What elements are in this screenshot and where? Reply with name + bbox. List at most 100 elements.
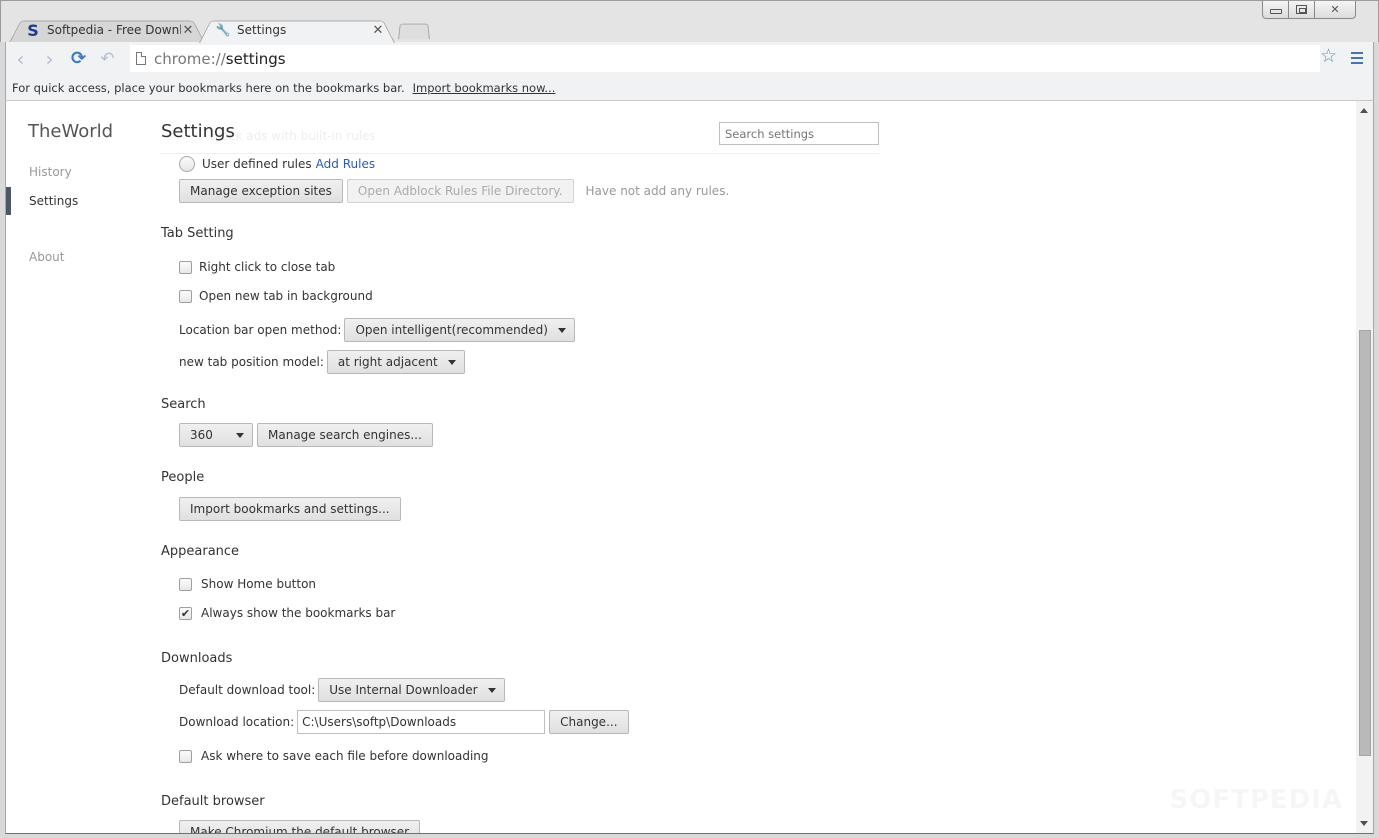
vertical-scrollbar[interactable] <box>1356 101 1373 833</box>
close-window-button[interactable]: ✕ <box>1315 1 1355 18</box>
download-location-label: Download location: <box>179 715 295 729</box>
new-tab-position-value: at right adjacent <box>337 355 438 369</box>
page-icon <box>136 52 146 65</box>
user-defined-rules-row: User defined rules Add Rules <box>179 156 375 172</box>
address-bar[interactable]: chrome://settings <box>130 45 1320 72</box>
bookmark-star-icon[interactable]: ☆ <box>1320 45 1337 67</box>
tab-setting-title: Tab Setting <box>161 226 234 241</box>
location-bar-method-value: Open intelligent(recommended) <box>355 323 548 337</box>
location-bar-method-label: Location bar open method: <box>179 323 342 337</box>
window-controls: ✕ <box>1262 1 1356 19</box>
download-location-input[interactable]: C:\Users\softp\Downloads <box>297 710 546 734</box>
search-engine-select[interactable]: 360 <box>179 423 253 447</box>
default-browser-row: Make Chromium the default browser <box>179 820 421 833</box>
ask-where-checkbox[interactable] <box>179 749 192 763</box>
back-button[interactable]: ‹ <box>6 45 35 73</box>
softpedia-watermark: SOFTPEDIA <box>1169 785 1343 815</box>
sidebar-item-settings[interactable]: Settings <box>29 194 78 208</box>
new-tab-position-row: new tab position model: at right adjacen… <box>179 350 465 374</box>
ask-where-label: Ask where to save each file before downl… <box>201 749 489 763</box>
reload-icon: ⟳ <box>70 48 87 69</box>
change-location-button[interactable]: Change... <box>549 710 629 734</box>
open-rules-directory-button[interactable]: Open Adblock Rules File Directory. <box>346 179 574 203</box>
user-defined-rules-radio[interactable] <box>179 156 195 172</box>
menu-icon[interactable] <box>1351 52 1363 64</box>
maximize-button[interactable] <box>1289 1 1315 18</box>
bookmarks-bar-message: For quick access, place your bookmarks h… <box>12 80 405 95</box>
sidebar: TheWorld History Settings About <box>6 101 156 833</box>
show-bookmarks-bar-label: Always show the bookmarks bar <box>201 606 396 620</box>
ask-where-row: Ask where to save each file before downl… <box>179 749 489 763</box>
brand-title: TheWorld <box>28 121 114 142</box>
search-settings-input[interactable] <box>719 122 879 145</box>
toolbar: ‹ › ⟳ ↶ chrome://settings ☆ <box>5 42 1374 75</box>
show-bookmarks-bar-checkbox[interactable]: ✔ <box>179 606 192 620</box>
title-bar: ✕ S Softpedia - Free Download ✕ 🔧 Settin… <box>0 0 1379 42</box>
show-home-row: Show Home button <box>179 577 316 591</box>
back-icon: ‹ <box>16 46 25 71</box>
restore-icon <box>1296 5 1307 14</box>
active-indicator <box>6 187 11 215</box>
appearance-section-title: Appearance <box>161 544 240 559</box>
new-tab-button[interactable] <box>399 23 429 39</box>
people-row: Import bookmarks and settings... <box>179 497 401 521</box>
wrench-icon: 🔧 <box>215 23 231 37</box>
tab-settings[interactable]: 🔧 Settings ✕ <box>199 17 395 43</box>
scrolled-option-text: Block ads with built-in rules <box>210 129 376 143</box>
add-rules-link[interactable]: Add Rules <box>316 157 375 171</box>
scroll-up-arrow-icon[interactable] <box>1360 108 1368 113</box>
adblock-buttons-row: Manage exception sites Open Adblock Rule… <box>179 179 729 203</box>
make-default-browser-button[interactable]: Make Chromium the default browser <box>179 820 421 833</box>
tab-softpedia[interactable]: S Softpedia - Free Download ✕ <box>9 17 205 43</box>
page-title: Settings <box>161 121 235 142</box>
location-bar-method-row: Location bar open method: Open intellige… <box>179 318 575 342</box>
undo-icon: ↶ <box>100 48 115 69</box>
chevron-down-icon <box>487 687 496 693</box>
right-click-close-label: Right click to close tab <box>199 260 336 274</box>
new-tab-position-label: new tab position model: <box>179 355 324 369</box>
show-bookmarks-bar-row: ✔ Always show the bookmarks bar <box>179 606 395 620</box>
tab-strip: S Softpedia - Free Download ✕ 🔧 Settings… <box>9 17 429 43</box>
import-bookmarks-link[interactable]: Import bookmarks now... <box>413 81 556 95</box>
close-icon: ✕ <box>1330 3 1340 16</box>
download-tool-row: Default download tool: Use Internal Down… <box>179 678 505 702</box>
search-engine-value: 360 <box>190 428 213 442</box>
right-click-close-checkbox[interactable] <box>179 260 192 274</box>
forward-button[interactable]: › <box>35 45 64 73</box>
tab-close-icon[interactable]: ✕ <box>181 23 195 38</box>
sidebar-item-history[interactable]: History <box>29 165 72 179</box>
header-divider <box>160 153 880 154</box>
show-home-checkbox[interactable] <box>179 577 192 591</box>
manage-search-engines-button[interactable]: Manage search engines... <box>257 423 433 447</box>
location-bar-method-select[interactable]: Open intelligent(recommended) <box>344 318 575 342</box>
import-bookmarks-settings-button[interactable]: Import bookmarks and settings... <box>179 497 401 521</box>
settings-page: TheWorld History Settings About Block ad… <box>5 101 1374 834</box>
people-section-title: People <box>161 470 205 485</box>
url-scheme: chrome:// <box>154 49 226 68</box>
tab-close-icon[interactable]: ✕ <box>371 23 385 38</box>
scrollbar-thumb[interactable] <box>1359 330 1371 756</box>
manage-exception-sites-button[interactable]: Manage exception sites <box>179 179 343 203</box>
bookmarks-bar: For quick access, place your bookmarks h… <box>5 75 1374 101</box>
reload-button[interactable]: ⟳ <box>64 45 93 73</box>
open-background-checkbox[interactable] <box>179 289 192 303</box>
download-tool-label: Default download tool: <box>179 683 316 697</box>
forward-icon: › <box>45 46 54 71</box>
minimize-icon <box>1269 9 1282 14</box>
chevron-down-icon <box>557 327 566 333</box>
scroll-down-arrow-icon[interactable] <box>1360 821 1368 826</box>
minimize-button[interactable] <box>1263 1 1289 18</box>
tab-title: Settings <box>237 23 287 37</box>
sidebar-item-about[interactable]: About <box>29 250 64 264</box>
download-tool-value: Use Internal Downloader <box>329 683 478 697</box>
undo-close-button[interactable]: ↶ <box>93 45 122 73</box>
search-section-title: Search <box>161 397 206 412</box>
new-tab-position-select[interactable]: at right adjacent <box>326 350 465 374</box>
downloads-section-title: Downloads <box>161 651 233 666</box>
open-background-row: Open new tab in background <box>179 289 373 303</box>
chevron-down-icon <box>236 432 244 438</box>
open-background-label: Open new tab in background <box>199 289 373 303</box>
chevron-down-icon <box>447 359 456 365</box>
download-location-row: Download location: C:\Users\softp\Downlo… <box>179 710 629 734</box>
download-tool-select[interactable]: Use Internal Downloader <box>318 678 505 702</box>
